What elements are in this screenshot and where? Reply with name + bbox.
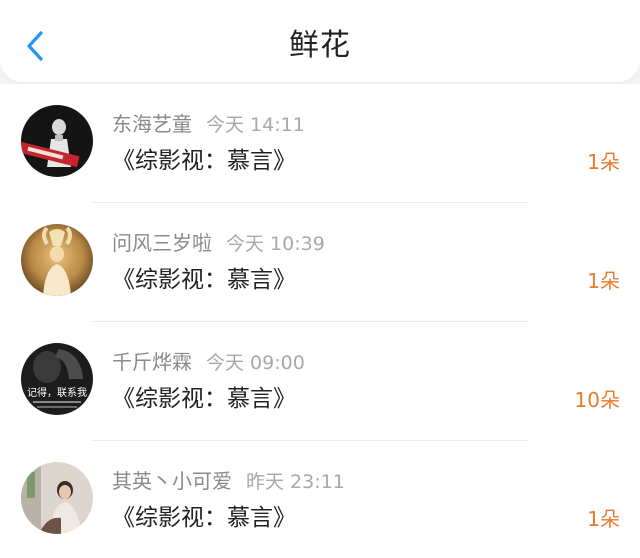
header-bar: 鲜花 xyxy=(0,0,640,82)
list-item[interactable]: 问风三岁啦 今天 10:39 《综影视：慕言》 1朵 xyxy=(0,203,640,322)
username: 问风三岁啦 今天 10:39 xyxy=(112,230,325,257)
timestamp: 今天 10:39 xyxy=(226,233,325,255)
list-item[interactable]: 其英丶小可爱 昨天 23:11 《综影视：慕言》 1朵 xyxy=(0,441,640,558)
book-title[interactable]: 《综影视：慕言》 xyxy=(112,264,296,296)
flower-count: 10朵 xyxy=(574,388,620,412)
timestamp: 今天 14:11 xyxy=(206,114,305,136)
avatar[interactable] xyxy=(21,462,93,534)
avatar[interactable] xyxy=(21,224,93,296)
flower-count: 1朵 xyxy=(587,507,620,531)
user-name: 千斤烨霖 xyxy=(112,350,192,374)
book-title[interactable]: 《综影视：慕言》 xyxy=(112,383,296,415)
flower-list: 东海艺童 今天 14:11 《综影视：慕言》 1朵 问风三岁啦 今天 10:39… xyxy=(0,84,640,558)
username: 其英丶小可爱 昨天 23:11 xyxy=(112,468,345,495)
flower-count: 1朵 xyxy=(587,269,620,293)
book-title[interactable]: 《综影视：慕言》 xyxy=(112,145,296,177)
page-title: 鲜花 xyxy=(289,28,351,63)
timestamp: 昨天 23:11 xyxy=(246,471,345,493)
avatar-caption: 记得，联系我 xyxy=(27,387,87,399)
list-item[interactable]: 东海艺童 今天 14:11 《综影视：慕言》 1朵 xyxy=(0,84,640,203)
list-item[interactable]: 记得，联系我 千斤烨霖 今天 09:00 《综影视：慕言》 10朵 xyxy=(0,322,640,441)
timestamp: 今天 09:00 xyxy=(206,352,305,374)
flowers-page: 鲜花 东海艺童 今天 14:11 《综影视：慕言》 1朵 问风三岁啦 今天 10… xyxy=(0,0,640,558)
username: 千斤烨霖 今天 09:00 xyxy=(112,349,305,376)
user-name: 问风三岁啦 xyxy=(112,231,212,255)
avatar[interactable] xyxy=(21,105,93,177)
avatar[interactable]: 记得，联系我 xyxy=(21,343,93,415)
flower-count: 1朵 xyxy=(587,150,620,174)
book-title[interactable]: 《综影视：慕言》 xyxy=(112,502,296,534)
user-name: 东海艺童 xyxy=(112,112,192,136)
username: 东海艺童 今天 14:11 xyxy=(112,111,305,138)
user-name: 其英丶小可爱 xyxy=(112,469,232,493)
